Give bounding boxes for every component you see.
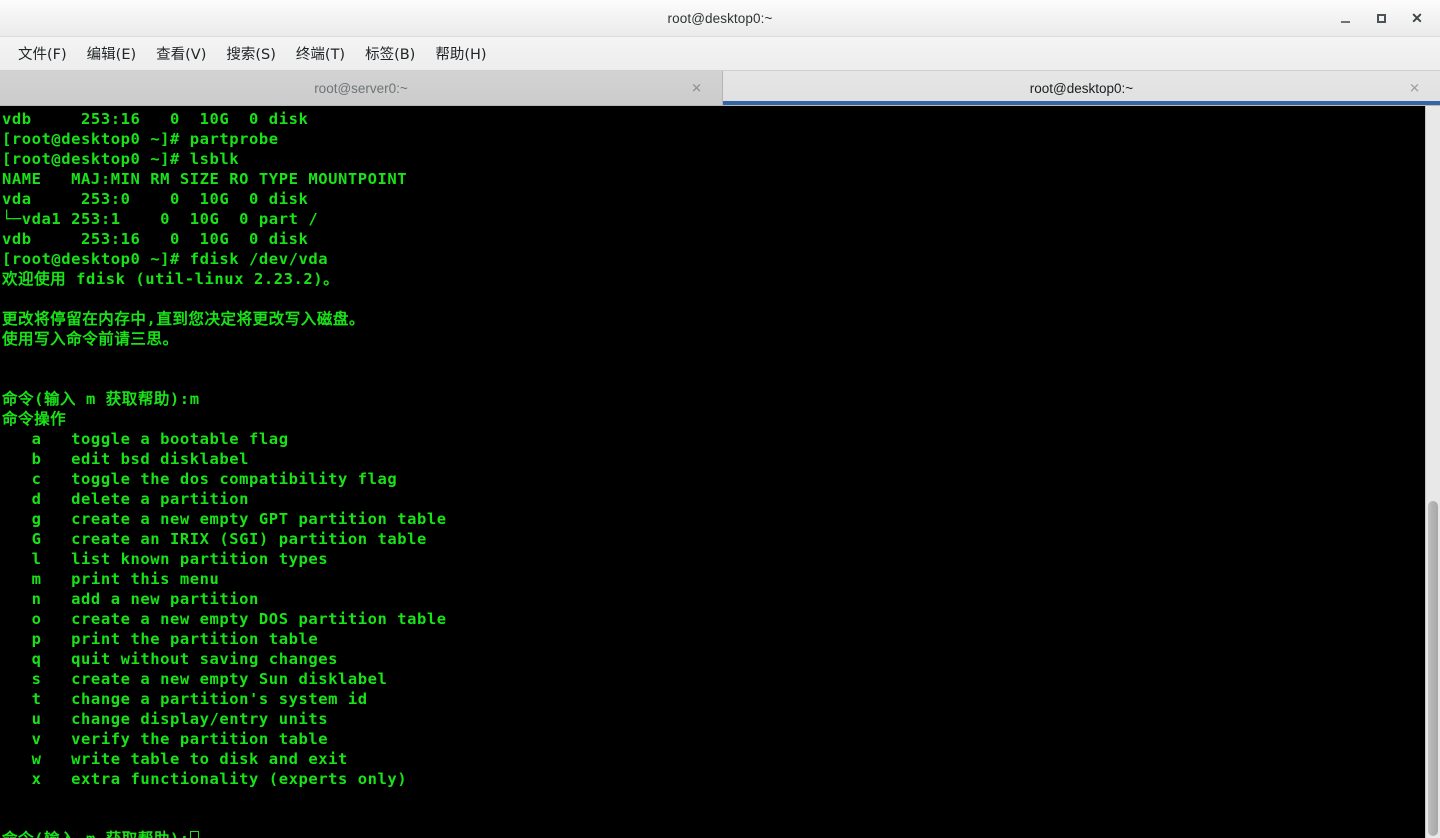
- terminal-line: vdb 253:16 0 10G 0 disk: [2, 230, 319, 248]
- terminal-window: root@desktop0:~ ✕ 文件(F) 编辑(E) 查看(V) 搜索(S…: [0, 0, 1440, 838]
- terminal-line: o create a new empty DOS partition table: [2, 610, 447, 628]
- menu-file[interactable]: 文件(F): [8, 40, 77, 67]
- terminal-line: m print this menu: [2, 570, 220, 588]
- terminal-line: c toggle the dos compatibility flag: [2, 470, 398, 488]
- terminal-line: v verify the partition table: [2, 730, 329, 748]
- menu-bar: 文件(F) 编辑(E) 查看(V) 搜索(S) 终端(T) 标签(B) 帮助(H…: [0, 37, 1440, 71]
- terminal-line: q quit without saving changes: [2, 650, 338, 668]
- terminal-line: x extra functionality (experts only): [2, 770, 408, 788]
- menu-tabs[interactable]: 标签(B): [355, 40, 425, 67]
- terminal-line: NAME MAJ:MIN RM SIZE RO TYPE MOUNTPOINT: [2, 170, 408, 188]
- minimize-button[interactable]: [1328, 4, 1362, 32]
- terminal-line: l list known partition types: [2, 550, 329, 568]
- tab-bar: root@server0:~ ✕ root@desktop0:~ ✕: [0, 71, 1440, 106]
- tab-close-icon[interactable]: ✕: [691, 82, 702, 95]
- terminal-output[interactable]: vdb 253:16 0 10G 0 disk [root@desktop0 ~…: [0, 106, 1425, 838]
- terminal-line: n add a new partition: [2, 590, 259, 608]
- terminal-scrollbar[interactable]: [1425, 106, 1440, 838]
- tab-close-icon[interactable]: ✕: [1409, 82, 1420, 95]
- tab-label: root@desktop0:~: [1029, 80, 1134, 96]
- terminal-line: u change display/entry units: [2, 710, 329, 728]
- terminal-line: [root@desktop0 ~]# lsblk: [2, 150, 240, 168]
- close-icon: ✕: [1411, 10, 1423, 26]
- menu-terminal[interactable]: 终端(T): [286, 40, 355, 67]
- terminal-line: └─vda1 253:1 0 10G 0 part /: [2, 210, 319, 228]
- text-cursor: [189, 831, 199, 838]
- terminal-line: s create a new empty Sun disklabel: [2, 670, 388, 688]
- terminal-line: b edit bsd disklabel: [2, 450, 250, 468]
- terminal-line: vdb 253:16 0 10G 0 disk: [2, 110, 319, 128]
- terminal-line: 欢迎使用 fdisk (util-linux 2.23.2)。: [2, 270, 340, 288]
- maximize-button[interactable]: [1364, 4, 1398, 32]
- terminal-line: w write table to disk and exit: [2, 750, 348, 768]
- terminal-line: d delete a partition: [2, 490, 250, 508]
- terminal-line: 更改将停留在内存中,直到您决定将更改写入磁盘。: [2, 310, 365, 328]
- title-bar: root@desktop0:~ ✕: [0, 0, 1440, 37]
- scrollbar-thumb[interactable]: [1428, 501, 1438, 836]
- terminal-line: [root@desktop0 ~]# fdisk /dev/vda: [2, 250, 329, 268]
- tab-label: root@server0:~: [314, 80, 408, 96]
- tab-server0[interactable]: root@server0:~ ✕: [0, 71, 723, 105]
- terminal-line: G create an IRIX (SGI) partition table: [2, 530, 427, 548]
- window-controls: ✕: [1328, 0, 1434, 36]
- terminal-prompt-line: 命令(输入 m 获取帮助):: [2, 829, 1425, 838]
- terminal-line: 命令(输入 m 获取帮助):m: [2, 390, 200, 408]
- window-title: root@desktop0:~: [667, 10, 773, 26]
- terminal-line: 命令操作: [2, 410, 67, 428]
- terminal-line: a toggle a bootable flag: [2, 430, 289, 448]
- terminal-line: [root@desktop0 ~]# partprobe: [2, 130, 279, 148]
- terminal-line: g create a new empty GPT partition table: [2, 510, 447, 528]
- terminal-line: 使用写入命令前请三思。: [2, 330, 179, 348]
- prompt-text: 命令(输入 m 获取帮助):: [2, 830, 190, 838]
- menu-search[interactable]: 搜索(S): [216, 40, 286, 67]
- menu-edit[interactable]: 编辑(E): [77, 40, 146, 67]
- close-button[interactable]: ✕: [1400, 4, 1434, 32]
- terminal-line: t change a partition's system id: [2, 690, 368, 708]
- menu-help[interactable]: 帮助(H): [425, 40, 496, 67]
- terminal-line: vda 253:0 0 10G 0 disk: [2, 190, 319, 208]
- terminal-line: p print the partition table: [2, 630, 319, 648]
- tab-desktop0[interactable]: root@desktop0:~ ✕: [723, 71, 1440, 105]
- terminal-area: vdb 253:16 0 10G 0 disk [root@desktop0 ~…: [0, 106, 1440, 838]
- maximize-icon: [1376, 13, 1386, 23]
- menu-view[interactable]: 查看(V): [146, 40, 216, 67]
